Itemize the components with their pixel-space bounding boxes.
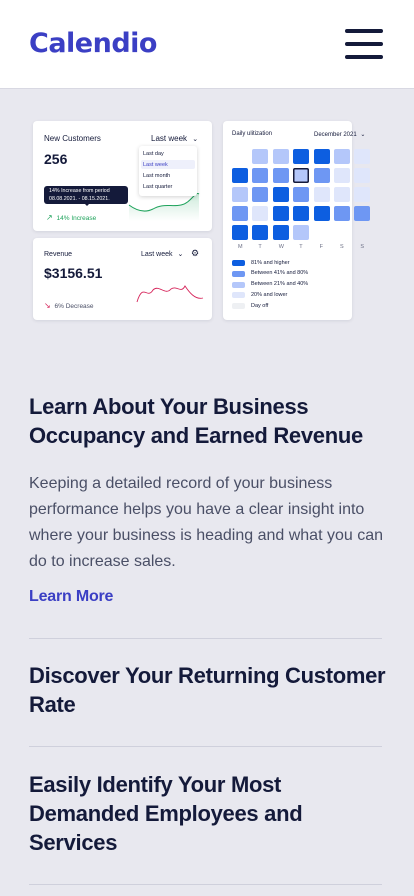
revenue-card: Revenue Last week ⌄ ⚙ $3156.51 ↘ 6% Decr…	[33, 238, 212, 320]
menu-bar	[345, 29, 383, 33]
heatmap-cell[interactable]	[272, 206, 289, 221]
change-indicator: ↗ 14% Increase	[46, 213, 96, 222]
dropdown-option[interactable]: Last month	[143, 173, 170, 179]
heatmap-cell[interactable]	[232, 168, 248, 183]
heatmap-cell[interactable]	[334, 149, 350, 164]
tooltip-line: 14% Increase from period	[49, 188, 110, 194]
weekday-label: T	[258, 244, 262, 250]
legend-label: Day off	[251, 302, 269, 309]
heatmap-cell[interactable]	[354, 206, 371, 221]
dropdown-option[interactable]: Last week	[143, 162, 168, 168]
weekday-label: W	[278, 244, 284, 250]
heatmap-cell[interactable]	[313, 187, 330, 202]
divider	[29, 884, 382, 885]
heatmap-cell[interactable]	[293, 206, 310, 221]
legend-swatch	[232, 260, 245, 266]
legend-swatch	[232, 270, 245, 277]
menu-bar	[345, 42, 383, 46]
heatmap-cell[interactable]	[252, 225, 269, 240]
heatmap-cell[interactable]	[252, 149, 269, 164]
heatmap-cell[interactable]	[272, 187, 289, 202]
arrow-up-right-icon: ↗	[46, 213, 53, 222]
heatmap-cell[interactable]	[252, 206, 269, 221]
hamburger-menu-icon[interactable]	[345, 28, 383, 60]
weekday-label: T	[299, 244, 303, 250]
utilization-heatmap	[223, 121, 371, 241]
divider	[29, 746, 382, 747]
heatmap-cell[interactable]	[313, 149, 330, 164]
heatmap-cell[interactable]	[293, 168, 310, 183]
change-text: 14% Increase	[56, 215, 97, 222]
change-indicator: ↘ 6% Decrease	[44, 301, 94, 310]
new-customers-card: New Customers Last week ⌄ 256 Last day L…	[33, 121, 212, 231]
learn-more-link[interactable]: Learn More	[29, 588, 113, 606]
occupancy-body: Keeping a detailed record of your busine…	[29, 475, 383, 570]
heatmap-cell[interactable]	[232, 206, 248, 221]
heatmap-cell[interactable]	[272, 149, 289, 164]
change-text: 6% Decrease	[54, 303, 94, 310]
tooltip-tail	[84, 203, 90, 206]
dropdown-option[interactable]: Last quarter	[143, 184, 172, 190]
weekday-label: M	[238, 244, 243, 250]
dropdown-option[interactable]: Last day	[143, 151, 164, 157]
tooltip: 14% Increase from period 08.08.2021. - 0…	[44, 186, 128, 206]
heatmap-cell[interactable]	[293, 225, 310, 240]
heatmap-cell[interactable]	[272, 225, 289, 240]
site-header: Calendio	[0, 0, 414, 89]
employees-title[interactable]: Easily Identify Your Most Demanded Emplo…	[29, 770, 389, 857]
heatmap-cell[interactable]	[313, 206, 330, 221]
heatmap-cell[interactable]	[252, 187, 269, 202]
heatmap-cell[interactable]	[334, 168, 350, 183]
legend-swatch	[232, 292, 245, 299]
returning-customer-title[interactable]: Discover Your Returning Customer Rate	[29, 661, 389, 719]
legend-label: Between 21% and 40%	[251, 281, 309, 288]
legend-label: 81% and higher	[251, 259, 290, 266]
weekday-label: S	[360, 244, 365, 250]
heatmap-cell[interactable]	[313, 168, 330, 183]
heatmap-cell[interactable]	[272, 168, 289, 183]
heatmap-cell[interactable]	[232, 187, 248, 202]
heatmap-cell[interactable]	[252, 168, 269, 183]
weekday-label: F	[319, 244, 323, 250]
tooltip-line: 08.08.2021. - 08.15.2021.	[49, 196, 110, 202]
chevron-down-icon: ⌄	[360, 132, 366, 138]
heatmap-cell[interactable]	[293, 149, 310, 164]
heatmap-cell[interactable]	[354, 168, 371, 183]
heatmap-cell[interactable]	[334, 206, 350, 221]
legend-label: 20% and lower	[251, 291, 288, 298]
occupancy-title: Learn About Your Business Occupancy and …	[29, 394, 363, 448]
legend-swatch	[232, 281, 245, 288]
heatmap-cell[interactable]	[334, 187, 350, 202]
weekday-label: S	[340, 244, 344, 250]
logo[interactable]: Calendio	[29, 28, 157, 59]
heatmap-cell[interactable]	[354, 149, 371, 164]
heatmap-cell[interactable]	[354, 187, 371, 202]
heatmap-cell[interactable]	[232, 225, 248, 240]
daily-utilization-card: Daily ulitization December 2021 ⌄ MTWTFS…	[223, 121, 371, 320]
divider	[29, 638, 382, 639]
legend-swatch	[232, 303, 245, 310]
sparkline-line	[136, 285, 204, 303]
arrow-down-right-icon: ↘	[44, 301, 51, 310]
legend-label: Between 41% and 80%	[251, 270, 309, 277]
period-dropdown-menu: Last day Last week Last month Last quart…	[139, 146, 197, 196]
menu-bar	[345, 55, 383, 59]
heatmap-cell[interactable]	[293, 187, 310, 202]
